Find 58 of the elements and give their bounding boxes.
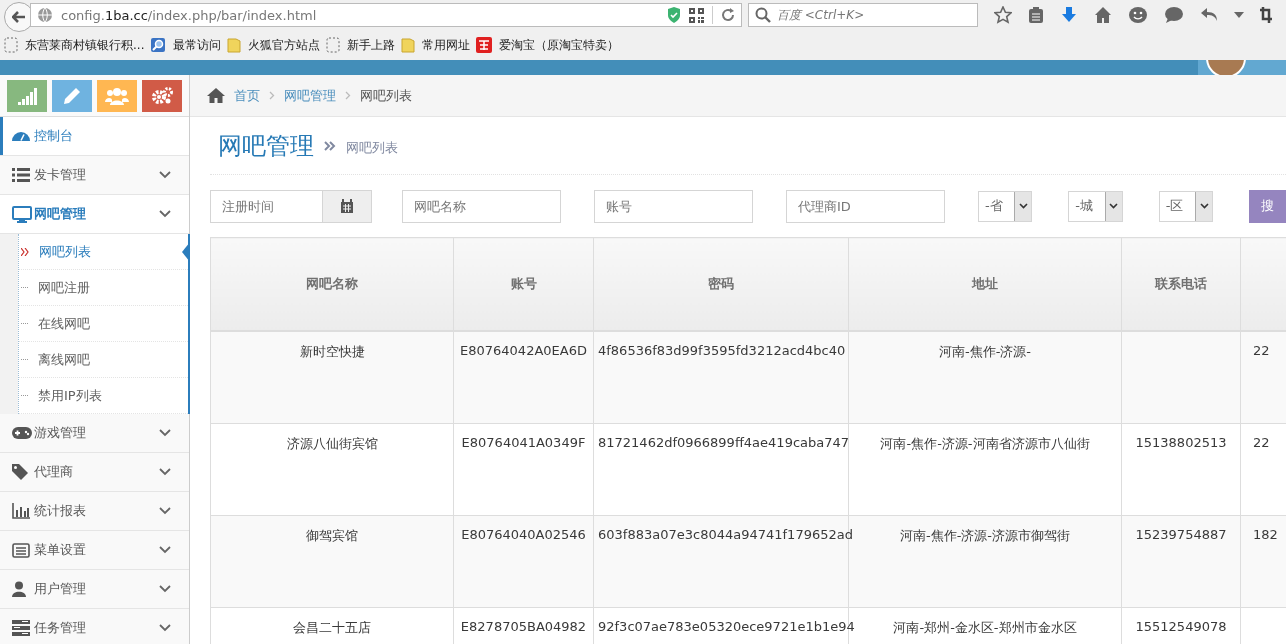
text-field[interactable]: 账号: [594, 189, 753, 223]
table-cell: 4f86536f83d99f3595fd3212acd4bc40: [598, 343, 846, 358]
table-cell: E80764042A0EA6D: [460, 343, 587, 358]
sidebar-item[interactable]: 网吧管理: [0, 195, 189, 234]
page-subtitle: 网吧列表: [346, 138, 398, 157]
date-field[interactable]: 注册时间: [210, 189, 323, 223]
column-header: 密码: [593, 237, 849, 331]
table-cell: 15239754887: [1135, 526, 1227, 542]
table-cell: 新时空快捷: [299, 344, 365, 359]
table-cell: 济源八仙街宾馆: [286, 435, 378, 451]
submenu-item[interactable]: 网吧注册: [19, 270, 188, 306]
submenu-item[interactable]: 离线网吧: [19, 342, 188, 378]
bookmark-item[interactable]: 火狐官方站点: [227, 36, 321, 54]
table-cell: 603f883a07e3c8044a94741f179652ad: [598, 526, 853, 542]
search-field[interactable]: 百度 <Ctrl+K>: [748, 3, 978, 27]
select-dropdown[interactable]: -区: [1158, 190, 1214, 222]
column-header: 地址: [848, 237, 1122, 331]
table-cell: 92f3c07ae783e05320ece9721e1b1e94: [598, 618, 855, 634]
sidebar-item[interactable]: 任务管理: [0, 609, 189, 644]
bookmark-item[interactable]: 新手上路: [326, 36, 396, 54]
table-cell: 会昌二十五店: [293, 619, 371, 635]
select-dropdown[interactable]: -城: [1068, 190, 1123, 222]
column-header: 网吧名称: [210, 237, 454, 331]
text-field[interactable]: 网吧名称: [402, 189, 561, 223]
table-cell: 22: [1253, 434, 1270, 450]
table-cell: E80764040A02546: [461, 526, 586, 542]
table-cell: 81721462df0966899ff4ae419caba747: [598, 434, 850, 450]
table-cell: 15138802513: [1135, 434, 1227, 450]
bookmark-item[interactable]: 爱淘宝（原淘宝特卖）: [476, 36, 620, 54]
sidebar-item[interactable]: 游戏管理: [0, 414, 189, 453]
table-cell: 河南-焦作-济源-济源市御驾街: [899, 527, 1071, 543]
sidebar-item[interactable]: 统计报表: [0, 492, 189, 531]
sidebar-item[interactable]: 菜单设置: [0, 531, 189, 570]
column-header: 账号: [453, 237, 594, 331]
table-cell: 御驾宾馆: [306, 527, 358, 543]
table-cell: 河南-焦作-济源-河南省济源市八仙街: [880, 435, 1090, 451]
text-field[interactable]: 代理商ID: [786, 189, 945, 223]
url-text: config.1ba.cc/index.php/bar/index.html: [61, 7, 318, 23]
table-cell: 22: [1253, 343, 1270, 358]
select-dropdown[interactable]: -省: [978, 190, 1033, 222]
bookmark-item[interactable]: 最常访问: [150, 36, 222, 54]
submenu-item[interactable]: 网吧列表: [19, 234, 188, 270]
table-cell: 河南-郑州-金水区-郑州市金水区: [893, 619, 1077, 635]
table-cell: 河南-焦作-济源-: [938, 344, 1032, 359]
sidebar-item[interactable]: 代理商: [0, 453, 189, 492]
sidebar-item[interactable]: 控制台: [0, 117, 189, 156]
address-bar[interactable]: config.1ba.cc/index.php/bar/index.html: [30, 3, 742, 27]
table-cell: 15512549078: [1135, 618, 1227, 634]
table-cell: E8278705BA04982: [460, 618, 587, 634]
sidebar-item[interactable]: 发卡管理: [0, 156, 189, 195]
table-cell: E80764041A0349F: [461, 434, 586, 450]
sidebar-item[interactable]: 用户管理: [0, 570, 189, 609]
page-title: 网吧管理: [218, 130, 314, 162]
submenu-item[interactable]: 在线网吧: [19, 306, 188, 342]
table-cell: 182: [1253, 526, 1278, 542]
bookmark-item[interactable]: 东营莱商村镇银行积...: [4, 36, 145, 54]
bookmark-item[interactable]: 常用网址: [401, 36, 471, 54]
column-header: 联系电话: [1121, 237, 1241, 331]
